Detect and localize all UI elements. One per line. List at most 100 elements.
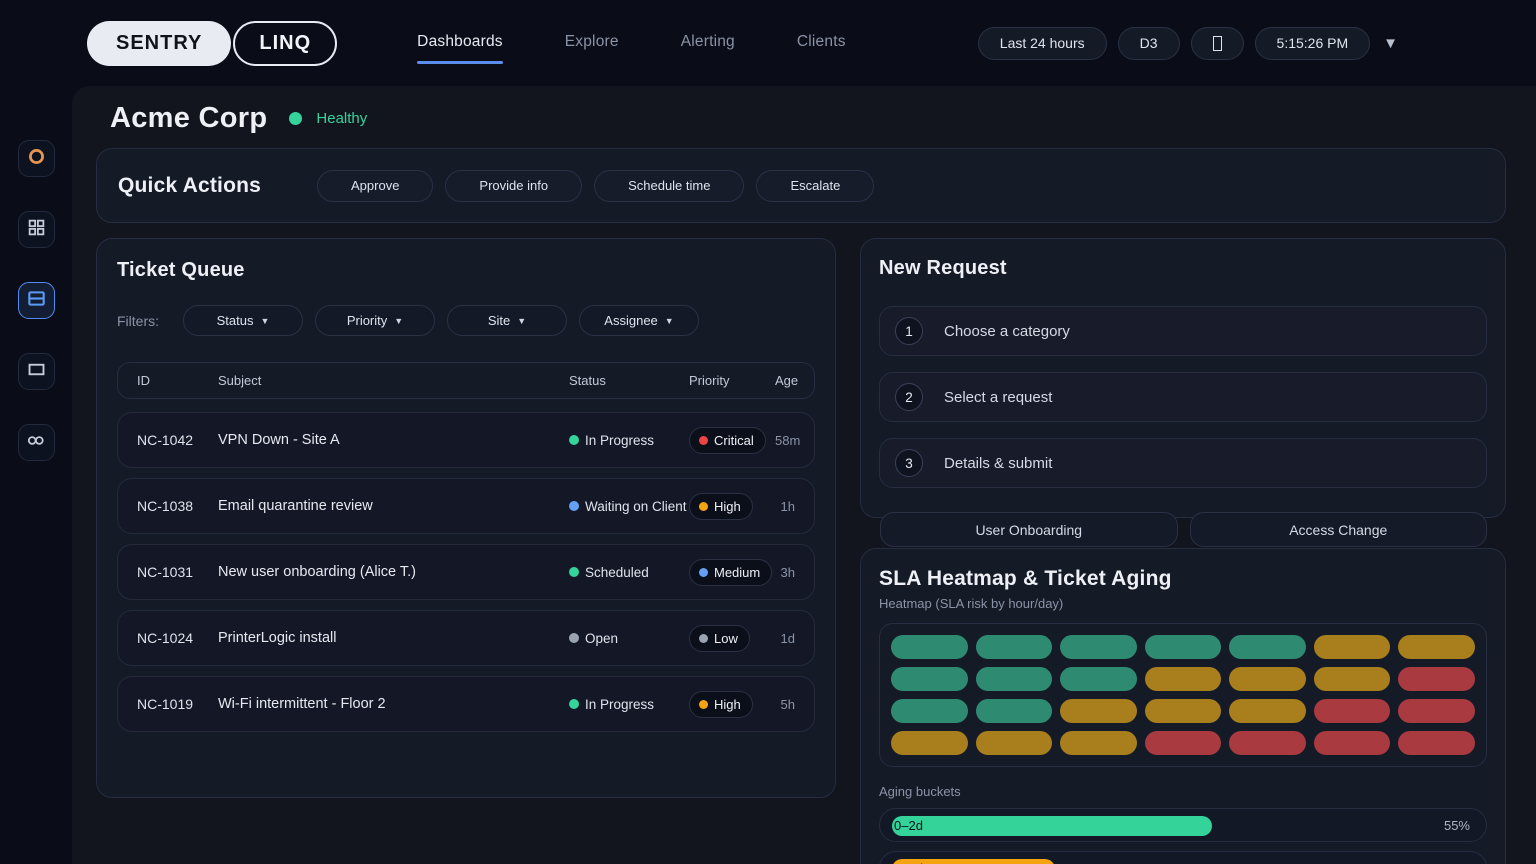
request-step-1[interactable]: 1Choose a category bbox=[879, 306, 1487, 356]
sidebar-item-apps-grid[interactable] bbox=[18, 211, 55, 248]
column-header-priority: Priority bbox=[689, 373, 775, 388]
step-number-badge: 3 bbox=[895, 449, 923, 477]
ticket-subject: VPN Down - Site A bbox=[218, 432, 569, 448]
schedule-time-button[interactable]: Schedule time bbox=[594, 170, 744, 202]
aging-bucket-label: 3–7d bbox=[894, 852, 923, 864]
ticket-status: In Progress bbox=[569, 433, 689, 448]
ticket-rows-icon bbox=[27, 289, 46, 313]
status-label: In Progress bbox=[585, 697, 654, 712]
step-label: Select a request bbox=[944, 389, 1052, 406]
ticket-priority-cell: Low bbox=[689, 625, 775, 652]
dashboard-content: Acme Corp Healthy Quick Actions ApproveP… bbox=[72, 86, 1536, 864]
filter-dropdowns: Status▼ Priority▼ Site▼ Assignee▼ bbox=[183, 305, 711, 336]
ticket-priority-cell: High bbox=[689, 493, 775, 520]
table-row[interactable]: NC-1024PrinterLogic installOpenLow1d bbox=[117, 610, 815, 666]
table-row[interactable]: NC-1019Wi-Fi intermittent - Floor 2In Pr… bbox=[117, 676, 815, 732]
aging-bucket-row: 0–2d 55% bbox=[879, 808, 1487, 842]
aging-buckets: 0–2d 55% 3–7d28% bbox=[879, 808, 1487, 864]
heatmap-cell-mid bbox=[976, 731, 1053, 755]
main-nav: Dashboards Explore Alerting Clients bbox=[417, 33, 845, 53]
clock-pill[interactable]: 5:15:26 PM bbox=[1255, 27, 1371, 60]
priority-label: High bbox=[714, 697, 741, 712]
missing-glyph-pill[interactable] bbox=[1191, 27, 1244, 60]
approve-button[interactable]: Approve bbox=[317, 170, 433, 202]
heatmap-cell-mid bbox=[1229, 667, 1306, 691]
ring-icon bbox=[27, 147, 46, 171]
heatmap-cell-low bbox=[976, 699, 1053, 723]
window-icon bbox=[27, 360, 46, 384]
request-step-3[interactable]: 3Details & submit bbox=[879, 438, 1487, 488]
sidebar-item-ticket-rows[interactable] bbox=[18, 282, 55, 319]
table-row[interactable]: NC-1031New user onboarding (Alice T.) Sch… bbox=[117, 544, 815, 600]
filter-assignee-dropdown[interactable]: Assignee▼ bbox=[579, 305, 699, 336]
time-range-pill[interactable]: Last 24 hours bbox=[978, 27, 1107, 60]
user-onboarding-button[interactable]: User Onboarding bbox=[880, 512, 1178, 547]
priority-label: Low bbox=[714, 631, 738, 646]
ticket-age: 5h bbox=[775, 697, 795, 712]
status-label: Open bbox=[585, 631, 618, 646]
heatmap-cell-high bbox=[1145, 731, 1222, 755]
aging-bucket-percent: 55% bbox=[1444, 809, 1470, 842]
ticket-subject: PrinterLogic install bbox=[218, 630, 569, 646]
heatmap-cell-mid bbox=[1145, 667, 1222, 691]
ticket-status: Waiting on Client bbox=[569, 499, 689, 514]
ticket-table-header: IDSubjectStatusPriorityAge bbox=[117, 362, 815, 399]
table-row[interactable]: NC-1042VPN Down - Site AIn ProgressCriti… bbox=[117, 412, 815, 468]
filter-status-dropdown[interactable]: Status▼ bbox=[183, 305, 303, 336]
heatmap-cell-high bbox=[1229, 731, 1306, 755]
ticket-status: In Progress bbox=[569, 697, 689, 712]
aging-bucket-bar bbox=[892, 816, 1212, 836]
request-step-2[interactable]: 2 Select a request bbox=[879, 372, 1487, 422]
nav-tab-dashboards[interactable]: Dashboards bbox=[417, 33, 503, 53]
priority-badge: High bbox=[689, 691, 753, 718]
top-bar: SENTRY LINQ Dashboards Explore Alerting Cli… bbox=[0, 0, 1536, 86]
new-request-steps: 1Choose a category 2 Select a request 3Deta… bbox=[879, 306, 1487, 488]
sidebar bbox=[0, 86, 72, 864]
nav-tab-explore[interactable]: Explore bbox=[565, 33, 619, 53]
ticket-priority-cell: High bbox=[689, 691, 775, 718]
access-change-button[interactable]: Access Change bbox=[1190, 512, 1488, 547]
client-name: Acme Corp bbox=[110, 102, 267, 135]
table-row[interactable]: NC-1038Email quarantine reviewWaiting on… bbox=[117, 478, 815, 534]
column-header-age: Age bbox=[775, 373, 798, 388]
ticket-status: Scheduled bbox=[569, 565, 689, 580]
priority-label: Medium bbox=[714, 565, 760, 580]
filter-priority-dropdown[interactable]: Priority▼ bbox=[315, 305, 435, 336]
sidebar-item-ring[interactable] bbox=[18, 140, 55, 177]
step-number-badge: 2 bbox=[895, 383, 923, 411]
dashboard-id-pill[interactable]: D3 bbox=[1118, 27, 1180, 60]
priority-dot bbox=[699, 700, 708, 709]
ticket-id: NC-1031 bbox=[137, 564, 218, 580]
escalate-button[interactable]: Escalate bbox=[756, 170, 874, 202]
health-status-dot bbox=[289, 112, 302, 125]
nav-tab-alerting[interactable]: Alerting bbox=[681, 33, 735, 53]
quick-actions-title: Quick Actions bbox=[118, 174, 317, 198]
new-request-panel: New Request 1Choose a category2Select a … bbox=[860, 238, 1506, 518]
heatmap-cell-high bbox=[1314, 731, 1391, 755]
filters-row: Filters: Status▼Priority▼Site▼Assignee▼ bbox=[117, 305, 815, 336]
sidebar-item-window[interactable] bbox=[18, 353, 55, 390]
sla-heatmap bbox=[879, 623, 1487, 767]
filter-site-dropdown[interactable]: Site▼ bbox=[447, 305, 567, 336]
nav-tab-clients[interactable]: Clients bbox=[797, 33, 846, 53]
status-dot bbox=[569, 699, 579, 709]
sentry-logo[interactable]: SENTRY bbox=[87, 21, 231, 66]
heatmap-cell-high bbox=[1314, 699, 1391, 723]
status-label: Scheduled bbox=[585, 565, 649, 580]
chevron-down-icon[interactable]: ▼ bbox=[1383, 35, 1398, 52]
linq-logo[interactable]: LINQ bbox=[233, 21, 337, 66]
ticket-subject: New user onboarding (Alice T.) bbox=[218, 564, 569, 580]
provide-info-button[interactable]: Provide info bbox=[445, 170, 582, 202]
heatmap-cell-low bbox=[1229, 635, 1306, 659]
ticket-id: NC-1024 bbox=[137, 630, 218, 646]
topbar-controls: Last 24 hours D3 5:15:26 PM ▼ bbox=[978, 27, 1398, 60]
sidebar-item-infinity[interactable] bbox=[18, 424, 55, 461]
chevron-down-icon: ▼ bbox=[394, 316, 403, 326]
chevron-down-icon: ▼ bbox=[260, 316, 269, 326]
missing-glyph-icon bbox=[1213, 36, 1222, 51]
ticket-age: 3h bbox=[775, 565, 795, 580]
aging-bucket-row: 3–7d28% bbox=[879, 851, 1487, 864]
sla-subtitle: Heatmap (SLA risk by hour/day) bbox=[879, 596, 1487, 611]
status-dot bbox=[569, 501, 579, 511]
aging-bucket-label: 0–2d bbox=[894, 809, 923, 842]
